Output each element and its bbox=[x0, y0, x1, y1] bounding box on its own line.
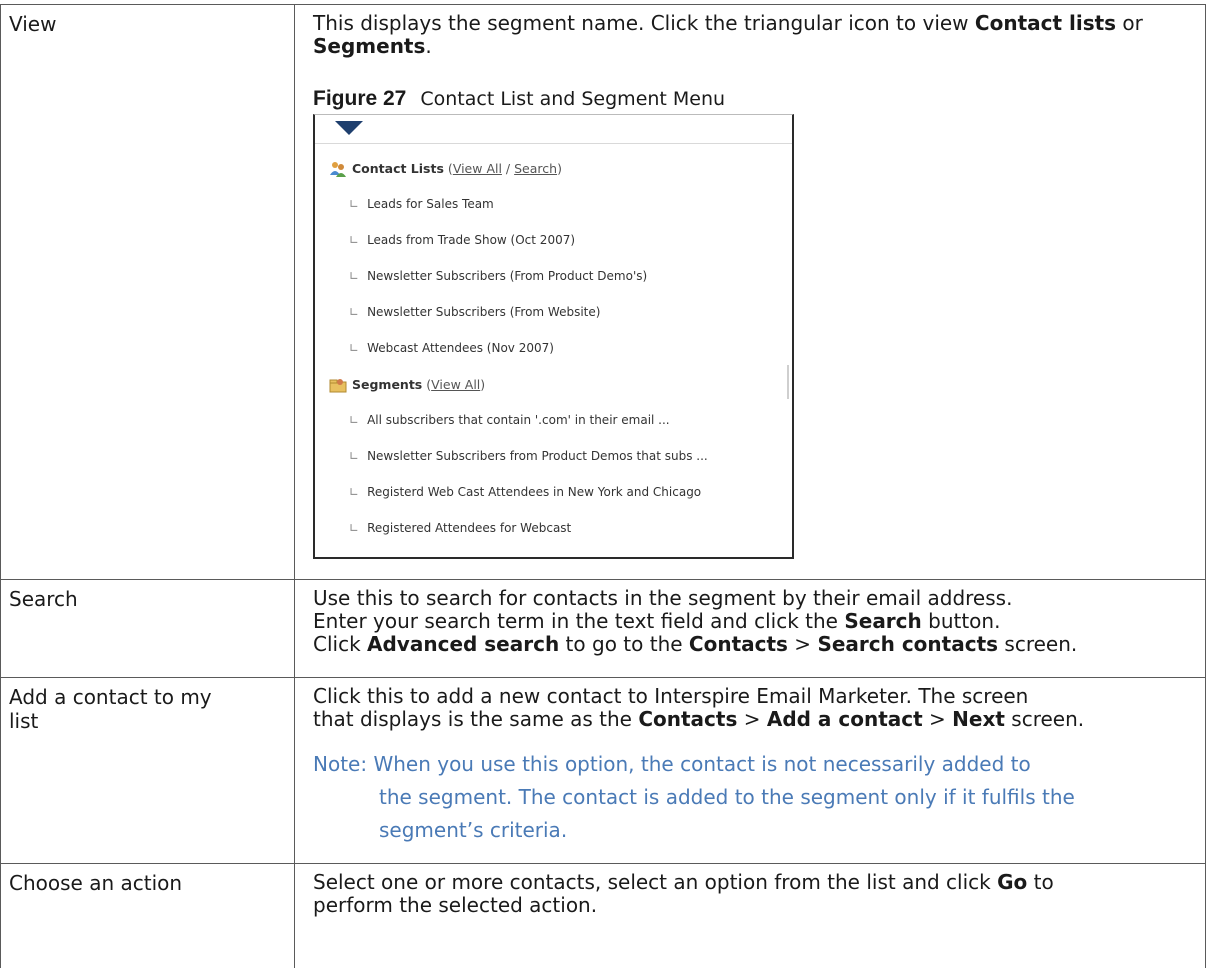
description-add-contact: Click this to add a new contact to Inter… bbox=[295, 678, 1205, 847]
segment-item[interactable]: ∟ All subscribers that contain '.com' in … bbox=[349, 409, 670, 432]
contact-list-item[interactable]: ∟ Newsletter Subscribers (From Website) bbox=[349, 301, 600, 324]
table-row-add-contact: Add a contact to my list Click this to a… bbox=[0, 677, 1206, 864]
contact-segment-menu: Contact Lists (View All / Search) ∟ Leads… bbox=[313, 114, 794, 559]
contact-lists-icon bbox=[330, 161, 346, 177]
description-choose-action: Select one or more contacts, select an o… bbox=[313, 870, 1054, 917]
menu-scrollbar[interactable] bbox=[787, 365, 789, 399]
figure-title: Contact List and Segment Menu bbox=[420, 88, 726, 110]
term-add-contact: Add a contact to my list bbox=[9, 685, 212, 733]
table-row-view: View This displays the segment name. Cli… bbox=[0, 4, 1206, 580]
segments-label: Segments bbox=[352, 377, 423, 392]
term-view: View bbox=[9, 12, 57, 36]
contact-list-item[interactable]: ∟ Newsletter Subscribers (From Product De… bbox=[349, 265, 647, 288]
segment-item[interactable]: ∟ Newsletter Subscribers from Product Dem… bbox=[349, 445, 708, 468]
term-choose-action: Choose an action bbox=[9, 871, 183, 895]
segment-item[interactable]: ∟ Registered Attendees for Webcast bbox=[349, 517, 571, 540]
contact-lists-label: Contact Lists bbox=[352, 161, 444, 176]
description-view: This displays the segment name. Click th… bbox=[295, 5, 1205, 559]
segments-header: Segments (View All) bbox=[329, 373, 485, 396]
description-search: Use this to search for contacts in the s… bbox=[313, 586, 1078, 656]
menu-divider bbox=[315, 143, 792, 144]
contact-lists-search-link[interactable]: Search bbox=[514, 161, 557, 176]
table-row-choose-action: Choose an action Select one or more cont… bbox=[0, 863, 1206, 968]
figure-number: Figure 27 bbox=[313, 87, 407, 110]
contact-list-item[interactable]: ∟ Leads from Trade Show (Oct 2007) bbox=[349, 229, 575, 252]
dropdown-triangle-icon[interactable] bbox=[335, 121, 363, 135]
segments-icon bbox=[329, 378, 347, 392]
contact-lists-view-all-link[interactable]: View All bbox=[453, 161, 502, 176]
description-table: View This displays the segment name. Cli… bbox=[0, 4, 1206, 968]
contact-lists-header: Contact Lists (View All / Search) bbox=[329, 157, 562, 180]
figure-caption: Figure 27 Contact List and Segment Menu bbox=[313, 85, 1199, 112]
segments-view-all-link[interactable]: View All bbox=[431, 377, 480, 392]
note-block: Note: When you use this option, the cont… bbox=[313, 752, 1075, 842]
term-search: Search bbox=[9, 587, 78, 611]
contact-list-item[interactable]: ∟ Leads for Sales Team bbox=[349, 193, 494, 216]
segment-item[interactable]: ∟ Registerd Web Cast Attendees in New Yor… bbox=[349, 481, 701, 504]
contact-list-item[interactable]: ∟ Webcast Attendees (Nov 2007) bbox=[349, 337, 554, 360]
table-row-search: Search Use this to search for contacts i… bbox=[0, 579, 1206, 678]
